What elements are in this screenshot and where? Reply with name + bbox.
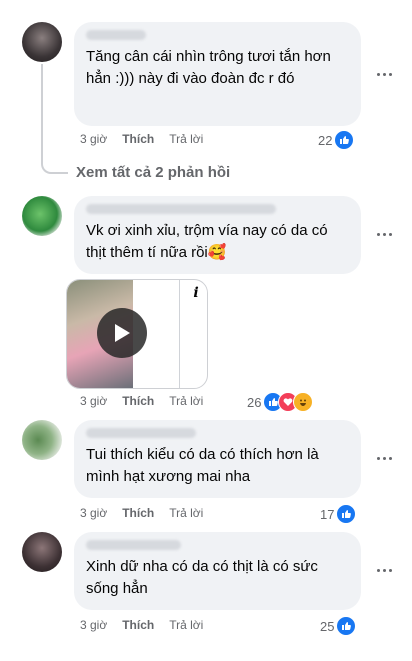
comment-bubble: Xinh dữ nha có da có thịt là có sức sống…	[74, 532, 361, 610]
comment-bubble: Vk ơi xinh xỉu, trộm vía nay có da có th…	[74, 196, 361, 274]
like-button[interactable]: Thích	[122, 132, 154, 146]
commenter-name-redacted[interactable]	[86, 204, 276, 214]
commenter-name-redacted[interactable]	[86, 540, 181, 550]
haha-reaction-icon	[293, 392, 314, 412]
reaction-count: 17	[320, 506, 335, 522]
reaction-count: 26	[247, 394, 262, 410]
like-button[interactable]: Thích	[122, 394, 154, 408]
more-options-icon[interactable]	[377, 567, 395, 573]
comment-actions: 3 giờ Thích Trả lời	[80, 618, 203, 632]
comment-image-attachment[interactable]: i	[66, 279, 208, 389]
reply-button[interactable]: Trả lời	[169, 618, 203, 632]
like-reaction-icon	[334, 130, 355, 150]
avatar[interactable]	[22, 196, 62, 236]
comment-text: Tăng cân cái nhìn trông tươi tắn hơn hẳn…	[86, 48, 331, 87]
more-options-icon[interactable]	[377, 71, 395, 77]
comment-timestamp[interactable]: 3 giờ	[80, 618, 107, 632]
play-button-icon[interactable]	[97, 308, 147, 358]
like-reaction-icon	[336, 504, 357, 524]
image-divider	[179, 280, 180, 388]
reaction-summary[interactable]: 17	[320, 504, 357, 524]
more-options-icon[interactable]	[377, 455, 395, 461]
comment-timestamp[interactable]: 3 giờ	[80, 506, 107, 520]
commenter-name-redacted[interactable]	[86, 428, 196, 438]
comment-timestamp[interactable]: 3 giờ	[80, 132, 107, 146]
comment-text: Vk ơi xinh xỉu, trộm vía nay có da có th…	[86, 222, 328, 261]
thread-connector	[41, 64, 68, 174]
view-replies-link[interactable]: Xem tất cả 2 phản hồi	[76, 164, 230, 181]
comment-actions: 3 giờ Thích Trả lời	[80, 506, 203, 520]
like-button[interactable]: Thích	[122, 618, 154, 632]
reaction-summary[interactable]: 25	[320, 616, 357, 636]
comment-bubble: Tăng cân cái nhìn trông tươi tắn hơn hẳn…	[74, 22, 361, 126]
avatar[interactable]	[22, 420, 62, 460]
like-button[interactable]: Thích	[122, 506, 154, 520]
comment-actions: 3 giờ Thích Trả lời	[80, 394, 203, 408]
reaction-summary[interactable]: 26	[247, 392, 314, 412]
avatar[interactable]	[22, 22, 62, 62]
comment-text: Xinh dữ nha có da có thịt là có sức sống…	[86, 558, 318, 597]
info-icon[interactable]: i	[185, 282, 207, 304]
comment-actions: 3 giờ Thích Trả lời	[80, 132, 203, 146]
commenter-name-redacted[interactable]	[86, 30, 146, 40]
comment-text: Tui thích kiểu có da có thích hơn là mìn…	[86, 446, 319, 485]
reaction-summary[interactable]: 22	[318, 130, 355, 150]
avatar[interactable]	[22, 532, 62, 572]
reply-button[interactable]: Trả lời	[169, 132, 203, 146]
reply-button[interactable]: Trả lời	[169, 506, 203, 520]
comment-timestamp[interactable]: 3 giờ	[80, 394, 107, 408]
reaction-count: 25	[320, 618, 335, 634]
reply-button[interactable]: Trả lời	[169, 394, 203, 408]
more-options-icon[interactable]	[377, 231, 395, 237]
reaction-count: 22	[318, 132, 333, 148]
comment-bubble: Tui thích kiểu có da có thích hơn là mìn…	[74, 420, 361, 498]
like-reaction-icon	[336, 616, 357, 636]
